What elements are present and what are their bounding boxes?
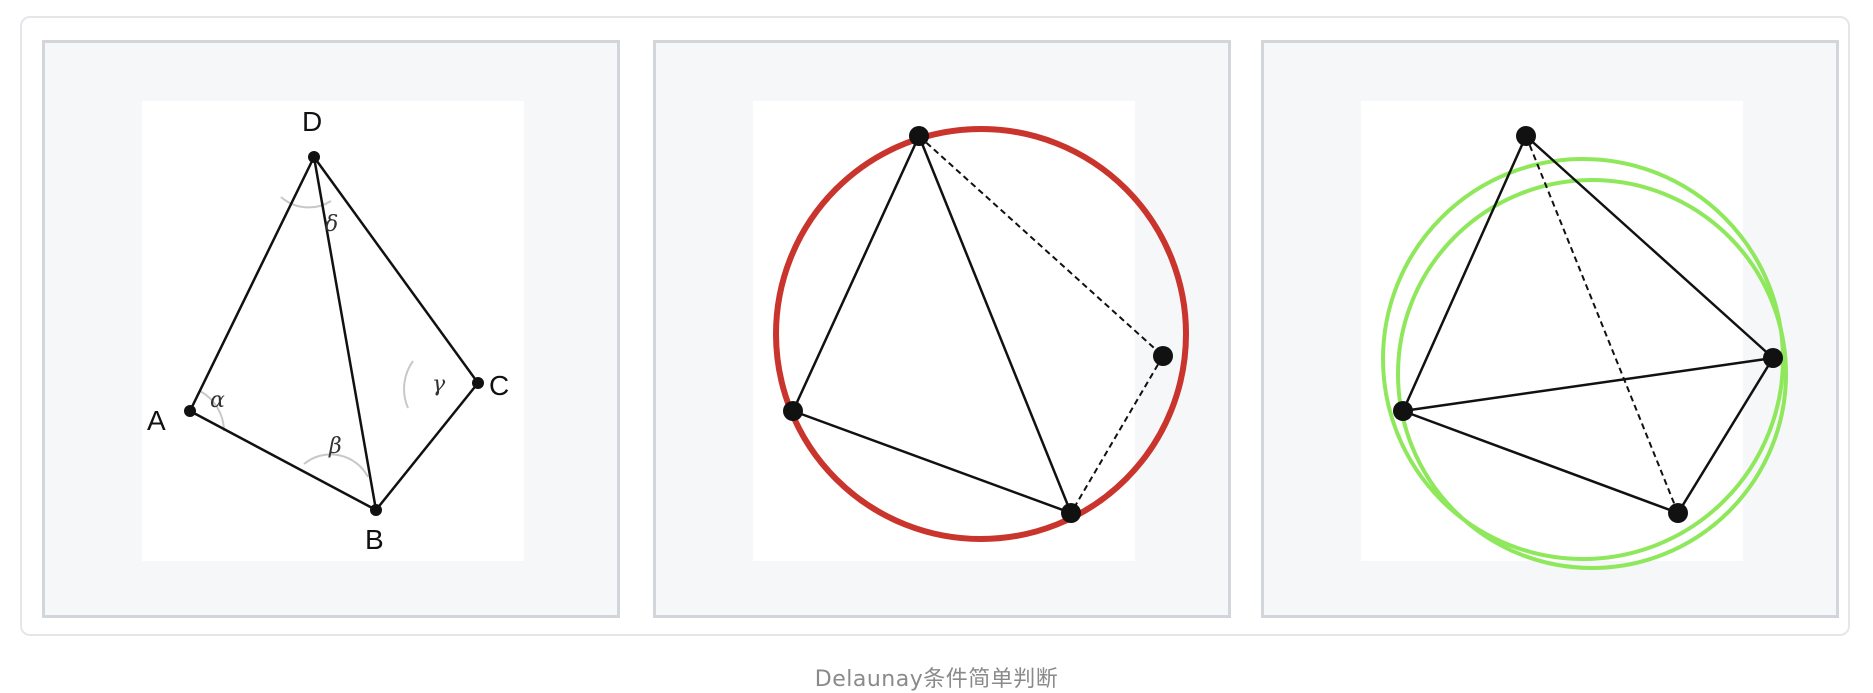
vertex-point	[909, 126, 929, 146]
panel-circumcircle-invalid	[653, 40, 1231, 618]
label-B: B	[365, 524, 384, 555]
vertex-point	[1153, 346, 1173, 366]
edge-B-A	[189, 409, 377, 512]
label-gamma: γ	[432, 372, 446, 397]
edge-solid	[1401, 135, 1528, 412]
point-B	[370, 504, 382, 516]
label-A: A	[147, 405, 166, 436]
point-A	[184, 405, 196, 417]
edge-dashed	[918, 135, 1164, 357]
edge-solid	[792, 409, 1072, 515]
label-beta: β	[328, 434, 342, 459]
edge-solid	[1402, 356, 1774, 413]
angle-arc-gamma	[403, 360, 414, 409]
angle-diagram-svg: A B C D α β γ δ	[147, 106, 509, 555]
label-delta: δ	[325, 212, 338, 237]
vertex-point	[783, 401, 803, 421]
edge-A-D	[188, 156, 316, 412]
circumcircle-green-2	[1396, 178, 1788, 570]
vertex-point	[1763, 348, 1783, 368]
circumcircle-valid-svg	[1381, 126, 1788, 570]
edge-solid	[791, 135, 921, 412]
figure-caption: Delaunay条件简单判断	[814, 667, 1059, 692]
panel-canvas: A B C D α β γ δ	[142, 101, 524, 561]
label-C: C	[489, 370, 509, 401]
vertex-point	[1668, 503, 1688, 523]
edge-solid	[1676, 357, 1775, 514]
vertex-point	[1061, 503, 1081, 523]
label-D: D	[302, 106, 322, 137]
vertex-point	[1393, 401, 1413, 421]
edge-D-C	[312, 156, 480, 384]
vertex-point	[1516, 126, 1536, 146]
circumcircle-invalid-svg	[773, 126, 1189, 542]
panel-canvas	[753, 101, 1189, 561]
edge-solid	[917, 135, 1073, 514]
panel-canvas	[1361, 101, 1788, 570]
circumcircle-red	[773, 126, 1189, 542]
point-D	[308, 151, 320, 163]
panel-circumcircle-valid	[1261, 40, 1839, 618]
label-alpha: α	[210, 388, 225, 413]
point-C	[472, 377, 484, 389]
figure-container: A B C D α β γ δ	[20, 16, 1850, 636]
panel-angle-diagram: A B C D α β γ δ	[42, 40, 620, 618]
edge-C-B	[375, 382, 479, 511]
